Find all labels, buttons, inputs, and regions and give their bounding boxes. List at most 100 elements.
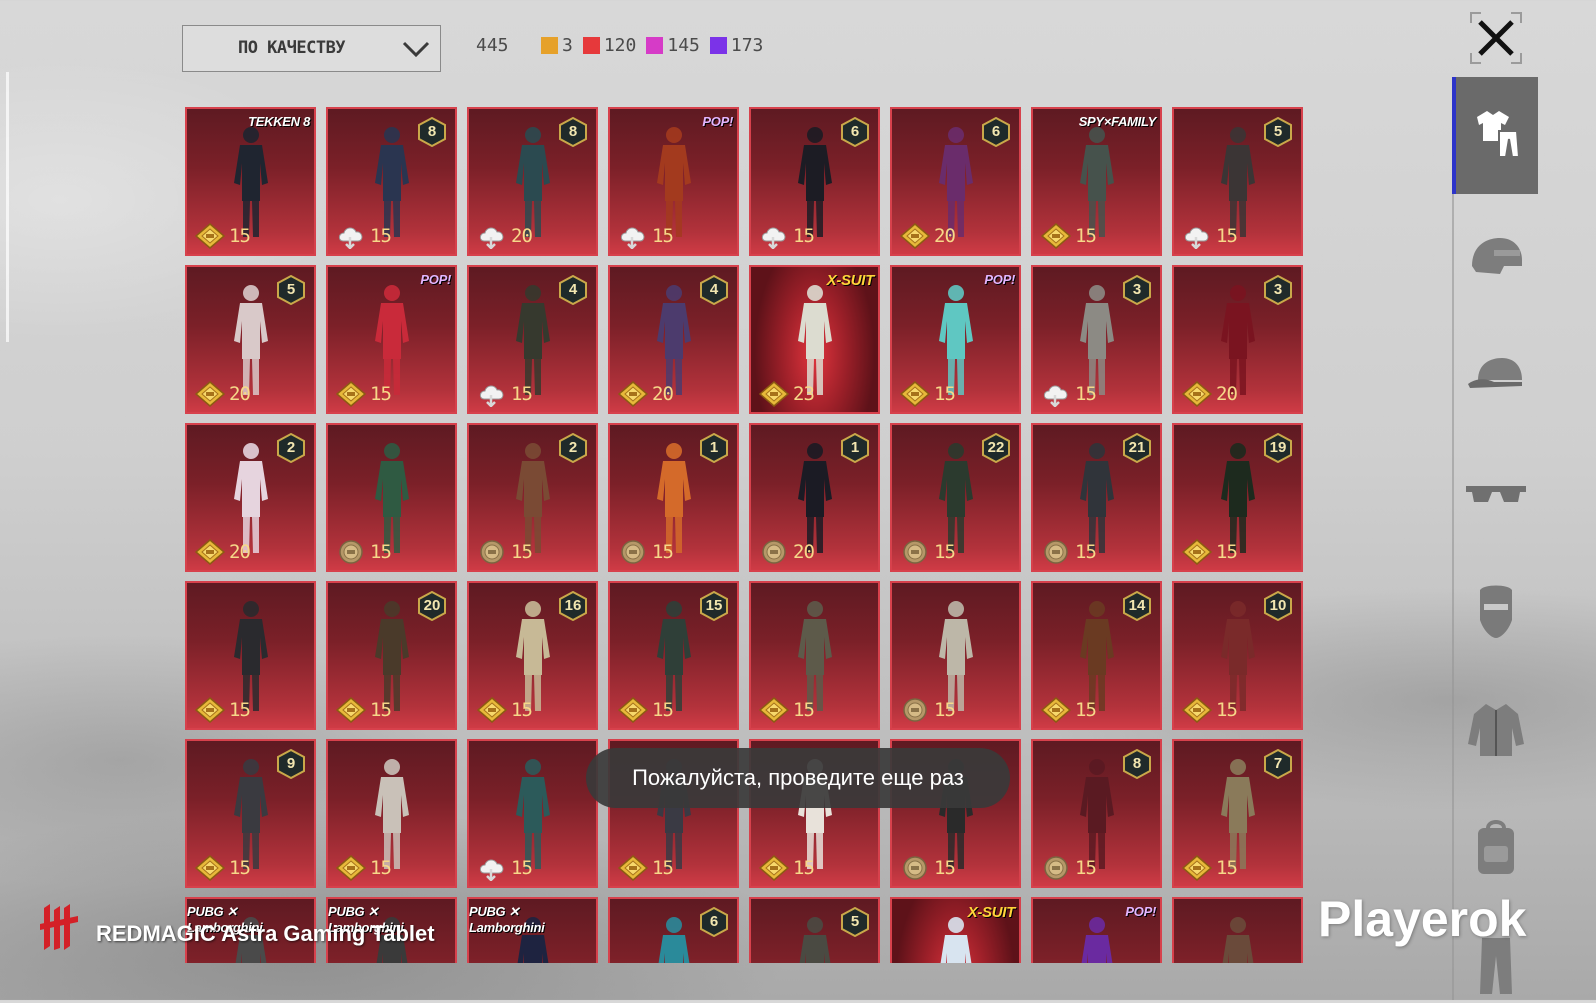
item-tile[interactable]: 6 [608,897,739,963]
silver-coin-icon [1044,540,1068,564]
item-tile[interactable]: 8 15 [1031,739,1162,888]
item-tile[interactable]: 4 20 [608,265,739,414]
level-badge: 4 [699,275,729,305]
item-cost-value: 15 [370,225,392,247]
level-badge-text: 19 [1269,439,1287,456]
item-cost-value: 15 [1216,541,1238,563]
item-cost-value: 15 [511,857,533,879]
level-badge-text: 21 [1128,439,1146,456]
item-tile[interactable]: 15 [749,581,880,730]
rarity-swatch [646,37,664,54]
item-tile[interactable]: 2 20 [185,423,316,572]
item-cost: 20 [618,381,674,407]
sidebar-item-glasses[interactable] [1464,462,1528,526]
item-tile[interactable]: 6 15 [749,107,880,256]
item-tile[interactable]: 22 15 [890,423,1021,572]
item-tile[interactable]: POP! [1031,897,1162,963]
level-badge: 19 [1263,433,1293,463]
gold-coin-icon [1182,381,1212,407]
item-tile[interactable]: 6 20 [890,107,1021,256]
character-outfit-figure [658,917,689,963]
item-tile[interactable]: 7 15 [1172,739,1303,888]
item-cost: 15 [477,381,533,407]
item-cost-value: 23 [793,383,815,405]
cloud-coin-icon [761,227,786,249]
sidebar-item-outfit[interactable] [1452,77,1538,194]
item-cost-value: 15 [1075,857,1097,879]
silver-coin-icon [1044,856,1068,880]
item-tile[interactable]: 5 [749,897,880,963]
item-tile[interactable]: 9 15 [185,739,316,888]
item-cost: 15 [900,381,956,407]
item-tile[interactable]: 5 15 [1172,107,1303,256]
item-cost-value: 20 [652,383,674,405]
item-cost-value: 15 [1075,541,1097,563]
item-cost: 23 [759,381,815,407]
item-cost-value: 20 [229,541,251,563]
sidebar-item-cap[interactable] [1464,344,1528,408]
item-tile[interactable]: 15 [326,423,457,572]
item-tile[interactable]: 10 15 [1172,581,1303,730]
item-tile[interactable]: 1 20 [749,423,880,572]
inventory-grid[interactable]: TEKKEN 8 15 8 15 8 20 POP! 15 6 15 6 20 SPY×FAMILY 15… [185,107,1305,963]
gold-coin-icon [336,697,366,723]
item-cost: 15 [1182,223,1238,249]
close-icon [1478,20,1514,56]
sidebar-divider [1452,80,1454,1000]
item-cost: 15 [336,697,392,723]
sort-dropdown[interactable]: ПО КАЧЕСТВУ [182,25,441,72]
gold-coin-icon [195,223,225,249]
item-cost: 15 [336,855,392,881]
item-tile[interactable]: 15 [467,739,598,888]
item-tile[interactable]: 16 15 [467,581,598,730]
item-tile[interactable]: SPY×FAMILY 15 [1031,107,1162,256]
item-cost-value: 15 [1075,383,1097,405]
item-tile[interactable]: X-SUIT [890,897,1021,963]
level-badge: 1 [840,433,870,463]
item-tile[interactable]: 4 15 [467,265,598,414]
item-cost-value: 15 [652,225,674,247]
total-count: 445 [476,35,509,56]
sidebar-item-jacket[interactable] [1464,698,1528,762]
item-cost-value: 15 [370,857,392,879]
item-cost-value: 15 [1216,225,1238,247]
item-tile[interactable]: 15 [185,581,316,730]
toast-message: Пожалуйста, проведите еще раз [586,748,1010,808]
item-tile[interactable]: POP! 15 [890,265,1021,414]
item-tile[interactable]: 19 15 [1172,423,1303,572]
item-tile[interactable]: 8 20 [467,107,598,256]
item-tile[interactable]: 3 15 [1031,265,1162,414]
item-tile[interactable] [1172,897,1303,963]
item-tile[interactable]: 8 15 [326,107,457,256]
item-cost: 15 [1041,381,1097,407]
item-tile[interactable]: POP! 15 [608,107,739,256]
close-button[interactable] [1470,12,1522,64]
level-badge-text: 2 [286,439,296,456]
item-tile[interactable]: 21 15 [1031,423,1162,572]
item-cost-value: 20 [793,541,815,563]
item-tile[interactable]: 2 15 [467,423,598,572]
item-tile[interactable]: PUBG ✕ Lamborghini [467,897,598,963]
gold-coin-icon [1182,855,1212,881]
item-tile[interactable]: 14 15 [1031,581,1162,730]
item-tile[interactable]: 5 20 [185,265,316,414]
item-cost: 20 [1182,381,1238,407]
level-badge-text: 10 [1269,597,1287,614]
item-tile[interactable]: 1 15 [608,423,739,572]
item-tile[interactable]: 3 20 [1172,265,1303,414]
item-tile[interactable]: X-SUIT 23 [749,265,880,414]
item-tile[interactable]: 15 15 [608,581,739,730]
gold-coin-icon [477,697,507,723]
item-tile[interactable]: 15 [326,739,457,888]
item-tile[interactable]: TEKKEN 8 15 [185,107,316,256]
sidebar-item-helmet[interactable] [1464,226,1528,290]
sidebar-item-mask[interactable] [1464,580,1528,644]
silver-coin-icon [339,540,363,564]
item-tile[interactable]: 15 [890,581,1021,730]
sidebar-item-backpack[interactable] [1464,816,1528,880]
item-cost-value: 15 [370,383,392,405]
item-tile[interactable]: 20 15 [326,581,457,730]
jacket-icon [1468,704,1524,756]
item-tile[interactable]: POP! 15 [326,265,457,414]
level-badge-text: 4 [709,281,719,298]
